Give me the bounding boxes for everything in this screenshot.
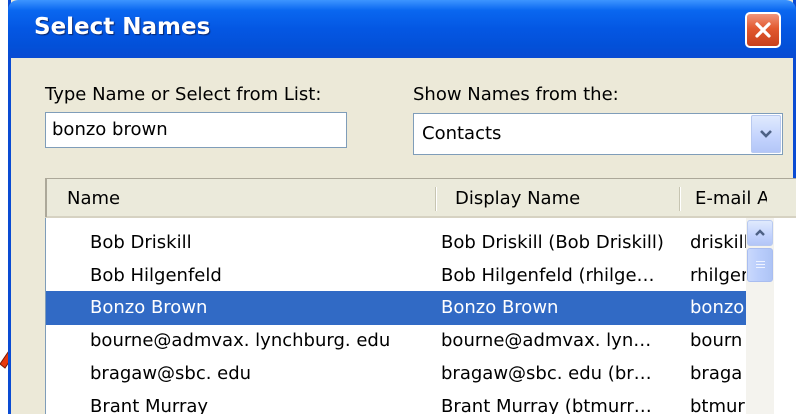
list-item-selected[interactable]: Bonzo Brown Bonzo Brown bonzo <box>46 291 746 325</box>
close-icon <box>755 22 771 38</box>
list-item-name: bourne@admvax. lynchburg. edu <box>90 330 391 351</box>
list-item-name: bragaw@sbc. edu <box>90 363 252 384</box>
column-header-name[interactable]: Name <box>67 188 120 209</box>
title-bar[interactable]: Select Names <box>8 0 796 58</box>
list-item-name: Bob Hilgenfeld <box>90 265 222 286</box>
list-item-email: braga <box>690 363 743 384</box>
address-book-value: Contacts <box>422 123 502 144</box>
chevron-down-icon <box>760 130 772 138</box>
window-title: Select Names <box>34 14 211 40</box>
column-divider[interactable] <box>435 187 437 211</box>
list-item-email: bourn <box>690 330 743 351</box>
list-item-display-name: bourne@admvax. lyn… <box>441 330 652 351</box>
address-book-label: Show Names from the: <box>413 84 619 105</box>
list-item[interactable]: Bob Hilgenfeld Bob Hilgenfeld (rhilge… r… <box>46 259 746 293</box>
search-label: Type Name or Select from List: <box>45 84 322 105</box>
column-header-display-name[interactable]: Display Name <box>455 188 580 209</box>
dropdown-button[interactable] <box>751 115 781 153</box>
list-item-display-name: Bob Driskill (Bob Driskill) <box>441 232 664 253</box>
scroll-up-button[interactable] <box>747 220 773 246</box>
search-input[interactable]: bonzo brown <box>45 112 347 148</box>
list-header: Name Display Name E-mail A <box>45 178 796 218</box>
close-button[interactable] <box>745 12 781 48</box>
list-item-display-name: Bonzo Brown <box>441 297 559 318</box>
list-item[interactable]: bourne@admvax. lynchburg. edu bourne@adm… <box>46 324 746 358</box>
list-item[interactable]: bragaw@sbc. edu bragaw@sbc. edu (br… bra… <box>46 357 746 391</box>
list-item-email: btmur <box>690 396 745 414</box>
chevron-up-icon <box>755 229 765 236</box>
address-book-select[interactable]: Contacts <box>413 113 783 155</box>
list-item-email: driskill <box>690 232 746 253</box>
list-item-email: rhilger <box>690 265 746 286</box>
list-item-name: Bob Driskill <box>90 232 192 253</box>
list-item-name: Brant Murray <box>90 396 209 414</box>
list-item-display-name: Brant Murray (btmurr… <box>441 396 652 414</box>
column-divider[interactable] <box>679 187 681 211</box>
vertical-scrollbar[interactable] <box>746 218 774 414</box>
list-item-display-name: bragaw@sbc. edu (br… <box>441 363 652 384</box>
column-header-email[interactable]: E-mail A <box>695 188 767 209</box>
list-item-display-name: Bob Hilgenfeld (rhilge… <box>441 265 655 286</box>
names-list[interactable]: Bob Driskill Bob Driskill (Bob Driskill)… <box>45 218 796 414</box>
list-item[interactable]: Bob Driskill Bob Driskill (Bob Driskill)… <box>46 226 746 260</box>
list-item-email: bonzo <box>690 297 745 318</box>
scroll-thumb[interactable] <box>747 248 773 282</box>
list-item-name: Bonzo Brown <box>90 297 208 318</box>
select-names-dialog: Select Names Type Name or Select from Li… <box>8 0 796 414</box>
list-item[interactable]: Brant Murray Brant Murray (btmurr… btmur <box>46 390 746 414</box>
